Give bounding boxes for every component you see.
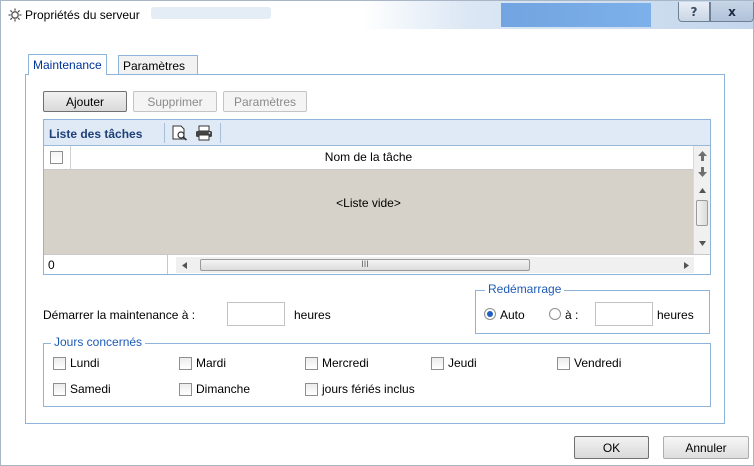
start-hours-unit: heures <box>294 308 331 322</box>
parameters-button[interactable]: Paramètres <box>223 91 307 112</box>
task-list-title: Liste des tâches <box>49 127 143 141</box>
add-button[interactable]: Ajouter <box>43 91 127 112</box>
background-blur <box>151 7 271 19</box>
checkbox-box[interactable] <box>431 356 444 370</box>
column-header-row: Nom de la tâche <box>44 146 693 170</box>
checkbox-mardi[interactable]: Mardi <box>179 356 226 370</box>
ok-button-label: OK <box>602 440 621 455</box>
tab-maintenance[interactable]: Maintenance <box>28 54 107 75</box>
checkbox-lundi[interactable]: Lundi <box>53 356 99 370</box>
checkbox-mercredi[interactable]: Mercredi <box>305 356 369 370</box>
checkbox-mardi-label: Mardi <box>196 356 227 370</box>
checkbox-samedi-label: Samedi <box>70 382 111 396</box>
task-list-body: <Liste vide> <box>44 170 693 254</box>
close-button[interactable]: x <box>710 2 754 22</box>
checkbox-box[interactable] <box>305 356 318 370</box>
checkbox-jeudi-label: Jeudi <box>448 356 477 370</box>
scroll-right-arrow-icon[interactable] <box>684 262 689 269</box>
restart-auto-label: Auto <box>500 308 525 322</box>
restart-hour-input[interactable] <box>595 302 653 326</box>
checkbox-vendredi[interactable]: Vendredi <box>557 356 621 370</box>
restart-hours-unit: heures <box>657 308 694 322</box>
scroll-grip: III <box>361 259 369 269</box>
ok-button[interactable]: OK <box>574 436 649 459</box>
vertical-scrollbar[interactable] <box>693 146 710 254</box>
move-up-icon[interactable] <box>697 150 708 162</box>
window-title: Propriétés du serveur <box>25 8 140 22</box>
checkbox-box[interactable] <box>179 356 192 370</box>
help-button[interactable]: ? <box>678 2 710 22</box>
checkbox-box[interactable] <box>53 356 66 370</box>
checkbox-box[interactable] <box>557 356 570 370</box>
checkbox-dimanche[interactable]: Dimanche <box>179 382 250 396</box>
task-list-footer: 0 III <box>44 254 710 274</box>
empty-list-text: <Liste vide> <box>336 196 401 210</box>
delete-button-label: Supprimer <box>147 94 203 109</box>
vertical-scroll-thumb[interactable] <box>696 200 708 226</box>
horizontal-scrollbar[interactable]: III <box>176 257 694 273</box>
divider <box>220 123 221 143</box>
checkbox-dimanche-label: Dimanche <box>196 382 251 396</box>
restart-auto-radio[interactable] <box>484 308 496 320</box>
divider <box>164 123 165 143</box>
checkbox-jours-feries[interactable]: jours fériés inclus <box>305 382 415 396</box>
scroll-down-arrow-icon[interactable] <box>699 241 706 246</box>
tab-parametres[interactable]: Paramètres <box>118 55 198 75</box>
help-icon: ? <box>690 4 698 19</box>
start-hour-input[interactable] <box>227 302 285 326</box>
restart-group-title: Redémarrage <box>485 282 565 296</box>
start-maintenance-label: Démarrer la maintenance à : <box>43 308 196 322</box>
tab-parametres-label: Paramètres <box>123 58 186 73</box>
horizontal-scroll-thumb[interactable]: III <box>200 259 530 271</box>
server-properties-dialog: Propriétés du serveur ? x Maintenance Pa… <box>0 0 754 466</box>
scroll-up-arrow-icon[interactable] <box>699 188 706 193</box>
checkbox-mercredi-label: Mercredi <box>322 356 369 370</box>
checkbox-box[interactable] <box>179 382 192 396</box>
gear-icon <box>7 7 23 23</box>
checkbox-jours-feries-label: jours fériés inclus <box>322 382 415 396</box>
days-group <box>43 343 711 407</box>
restart-at-label: à : <box>565 308 579 322</box>
cancel-button-label: Annuler <box>685 440 727 455</box>
add-button-label: Ajouter <box>65 94 105 109</box>
scroll-left-arrow-icon[interactable] <box>182 262 187 269</box>
parameters-button-label: Paramètres <box>233 94 297 109</box>
cancel-button[interactable]: Annuler <box>663 436 749 459</box>
print-icon[interactable] <box>195 125 213 141</box>
checkbox-box[interactable] <box>305 382 318 396</box>
column-task-name[interactable]: Nom de la tâche <box>44 150 693 164</box>
background-blur-right <box>501 3 651 27</box>
title-bar: Propriétés du serveur ? x <box>1 1 754 29</box>
restart-at-radio[interactable] <box>549 308 561 320</box>
move-down-icon[interactable] <box>697 166 708 178</box>
task-count: 0 <box>44 255 168 274</box>
checkbox-vendredi-label: Vendredi <box>574 356 622 370</box>
checkbox-samedi[interactable]: Samedi <box>53 382 111 396</box>
task-list-header: Liste des tâches <box>44 120 710 146</box>
tab-maintenance-label: Maintenance <box>33 58 102 72</box>
checkbox-lundi-label: Lundi <box>70 356 100 370</box>
checkbox-box[interactable] <box>53 382 66 396</box>
days-group-title: Jours concernés <box>51 335 146 349</box>
delete-button[interactable]: Supprimer <box>133 91 217 112</box>
task-list: Liste des tâches Nom de la tâche <Liste … <box>43 119 711 275</box>
checkbox-jeudi[interactable]: Jeudi <box>431 356 477 370</box>
preview-icon[interactable] <box>171 125 189 141</box>
close-icon: x <box>728 4 736 19</box>
